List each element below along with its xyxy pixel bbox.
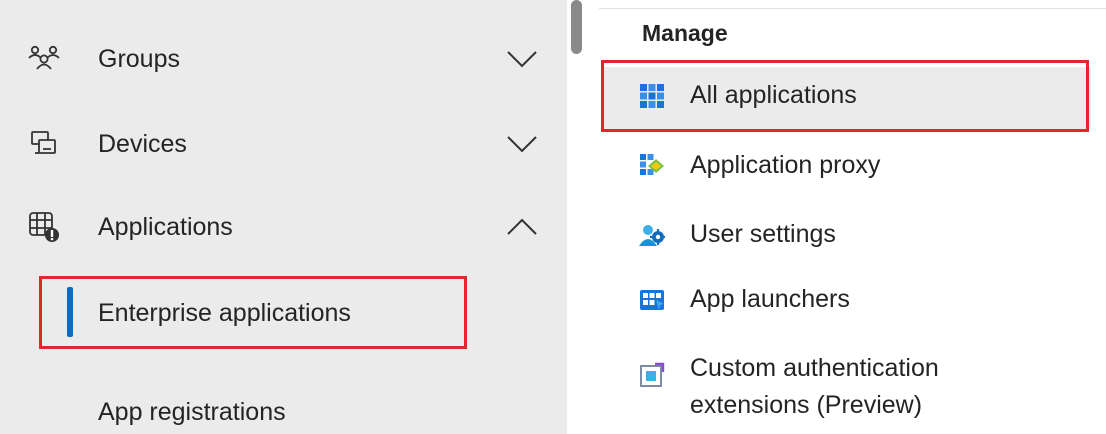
applications-icon <box>27 210 61 244</box>
section-title-manage: Manage <box>642 20 728 46</box>
highlight-box <box>601 60 1089 132</box>
nav-subitem-app-registrations[interactable]: App registrations <box>98 398 286 427</box>
menu-label-application-proxy: Application proxy <box>690 151 881 179</box>
menu-label-custom-authentication-line1: Custom authentication <box>690 354 939 382</box>
nav-item-applications[interactable]: Applications <box>0 194 567 260</box>
chevron-up-icon[interactable] <box>506 217 538 237</box>
left-navigation-pane: Groups Devices Applications Enterprise a… <box>0 0 567 434</box>
scrollbar-track[interactable] <box>567 0 599 434</box>
menu-item-user-settings[interactable]: User settings <box>601 206 1091 268</box>
menu-label-app-launchers: App launchers <box>690 285 850 313</box>
menu-label-user-settings: User settings <box>690 220 836 248</box>
chevron-down-icon[interactable] <box>506 49 538 69</box>
nav-item-groups[interactable]: Groups <box>0 26 567 92</box>
nav-item-devices[interactable]: Devices <box>0 111 567 177</box>
menu-item-app-launchers[interactable]: App launchers <box>601 271 1091 333</box>
nav-label-groups: Groups <box>98 44 180 73</box>
menu-item-custom-authentication-extensions[interactable]: Custom authentication extensions (Previe… <box>601 340 1091 424</box>
menu-item-application-proxy[interactable]: Application proxy <box>601 137 1091 199</box>
groups-icon <box>27 42 61 76</box>
nav-label-devices: Devices <box>98 129 187 158</box>
user-settings-icon <box>639 225 665 246</box>
menu-label-custom-authentication-line2: extensions (Preview) <box>690 391 923 419</box>
scrollbar-thumb[interactable] <box>571 0 582 54</box>
devices-icon <box>27 127 61 161</box>
custom-auth-extensions-icon <box>640 362 665 387</box>
app-launchers-icon <box>640 290 664 310</box>
highlight-box <box>39 276 467 349</box>
chevron-down-icon[interactable] <box>506 134 538 154</box>
nav-label-applications: Applications <box>98 212 233 241</box>
divider <box>599 8 1106 9</box>
application-proxy-icon <box>640 154 664 175</box>
